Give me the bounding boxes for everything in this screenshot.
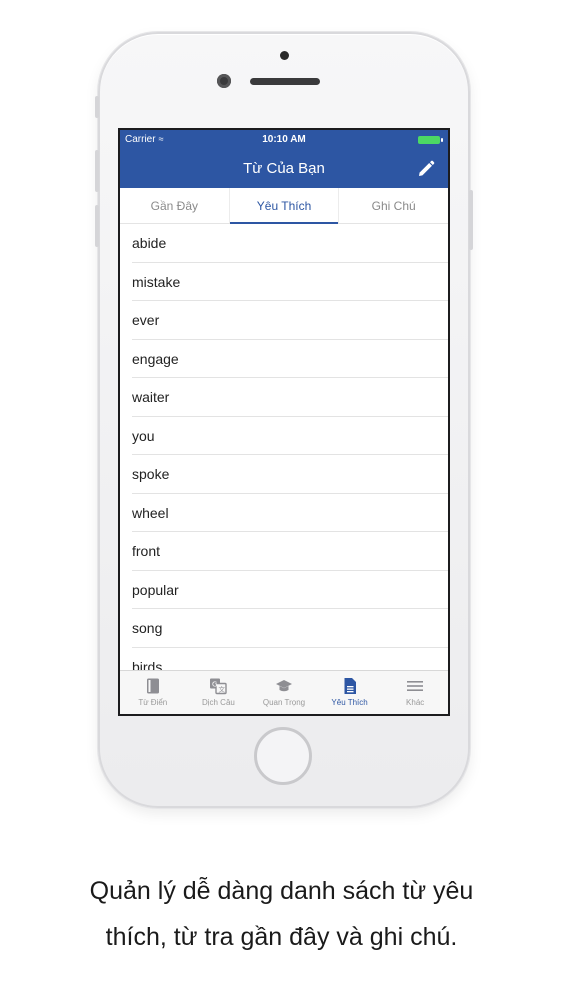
tab-notes[interactable]: Ghi Chú — [338, 188, 448, 223]
menu-icon — [407, 681, 424, 691]
list-item[interactable]: popular — [120, 571, 448, 610]
svg-text:G: G — [212, 681, 217, 689]
tab-favorites-bottom[interactable]: Yêu Thích — [317, 671, 383, 714]
caption-line-2: thích, từ tra gần đây và ghi chú. — [105, 923, 458, 951]
caption-line-1: Quản lý dễ dàng danh sách từ yêu — [89, 877, 474, 905]
list-item[interactable]: wheel — [120, 494, 448, 533]
home-button[interactable] — [254, 727, 312, 785]
battery-icon — [418, 136, 443, 144]
list-item[interactable]: ever — [120, 301, 448, 340]
tab-more[interactable]: Khác — [382, 671, 448, 714]
volume-up-button — [95, 150, 99, 192]
mute-switch — [95, 96, 99, 118]
tab-favorites-bottom-label: Yêu Thích — [331, 698, 368, 707]
navigation-bar: Carrier ≈ 10:10 AM Từ Của Bạn — [120, 130, 448, 188]
list-item[interactable]: birds — [120, 648, 448, 671]
list-item[interactable]: you — [120, 417, 448, 456]
pencil-icon[interactable] — [416, 159, 436, 179]
translate-icon: G 文 — [210, 678, 228, 695]
tab-important[interactable]: Quan Trọng — [251, 671, 317, 714]
bottom-tab-bar: Từ Điển G 文 Dịch Câu Quan Trọng Yêu Thíc… — [120, 670, 448, 714]
earpiece-speaker — [250, 78, 320, 85]
list-item[interactable]: engage — [120, 340, 448, 379]
list-item[interactable]: mistake — [120, 263, 448, 302]
segmented-tabs: Gần Đây Yêu Thích Ghi Chú — [120, 188, 448, 224]
tab-favorites[interactable]: Yêu Thích — [228, 188, 339, 224]
graduation-cap-icon — [275, 680, 292, 692]
proximity-sensor — [280, 51, 289, 60]
tab-important-label: Quan Trọng — [262, 698, 306, 707]
favorite-words-list: abide mistake ever engage waiter you spo… — [120, 224, 448, 670]
list-item[interactable]: waiter — [120, 378, 448, 417]
list-item[interactable]: spoke — [120, 455, 448, 494]
svg-text:文: 文 — [219, 685, 226, 694]
tab-translate[interactable]: G 文 Dịch Câu — [186, 671, 252, 714]
page-title: Từ Của Bạn — [243, 160, 325, 177]
front-camera — [217, 74, 231, 88]
tab-more-label: Khác — [406, 698, 425, 707]
list-item[interactable]: song — [120, 609, 448, 648]
status-time: 10:10 AM — [262, 134, 306, 145]
tab-translate-label: Dịch Câu — [201, 698, 235, 707]
volume-down-button — [95, 205, 99, 247]
phone-screen: Carrier ≈ 10:10 AM Từ Của Bạn Gần Đây Yêu… — [118, 128, 450, 716]
tab-dictionary[interactable]: Từ Điển — [120, 671, 186, 714]
tab-dictionary-label: Từ Điển — [138, 698, 168, 707]
tab-recent[interactable]: Gần Đây — [120, 188, 229, 223]
list-item[interactable]: front — [120, 532, 448, 571]
document-icon — [344, 678, 356, 694]
book-icon — [146, 678, 159, 694]
list-item[interactable]: abide — [120, 224, 448, 263]
app-store-screenshot: Carrier ≈ 10:10 AM Từ Của Bạn Gần Đây Yêu… — [0, 0, 563, 1000]
power-button — [469, 190, 473, 250]
